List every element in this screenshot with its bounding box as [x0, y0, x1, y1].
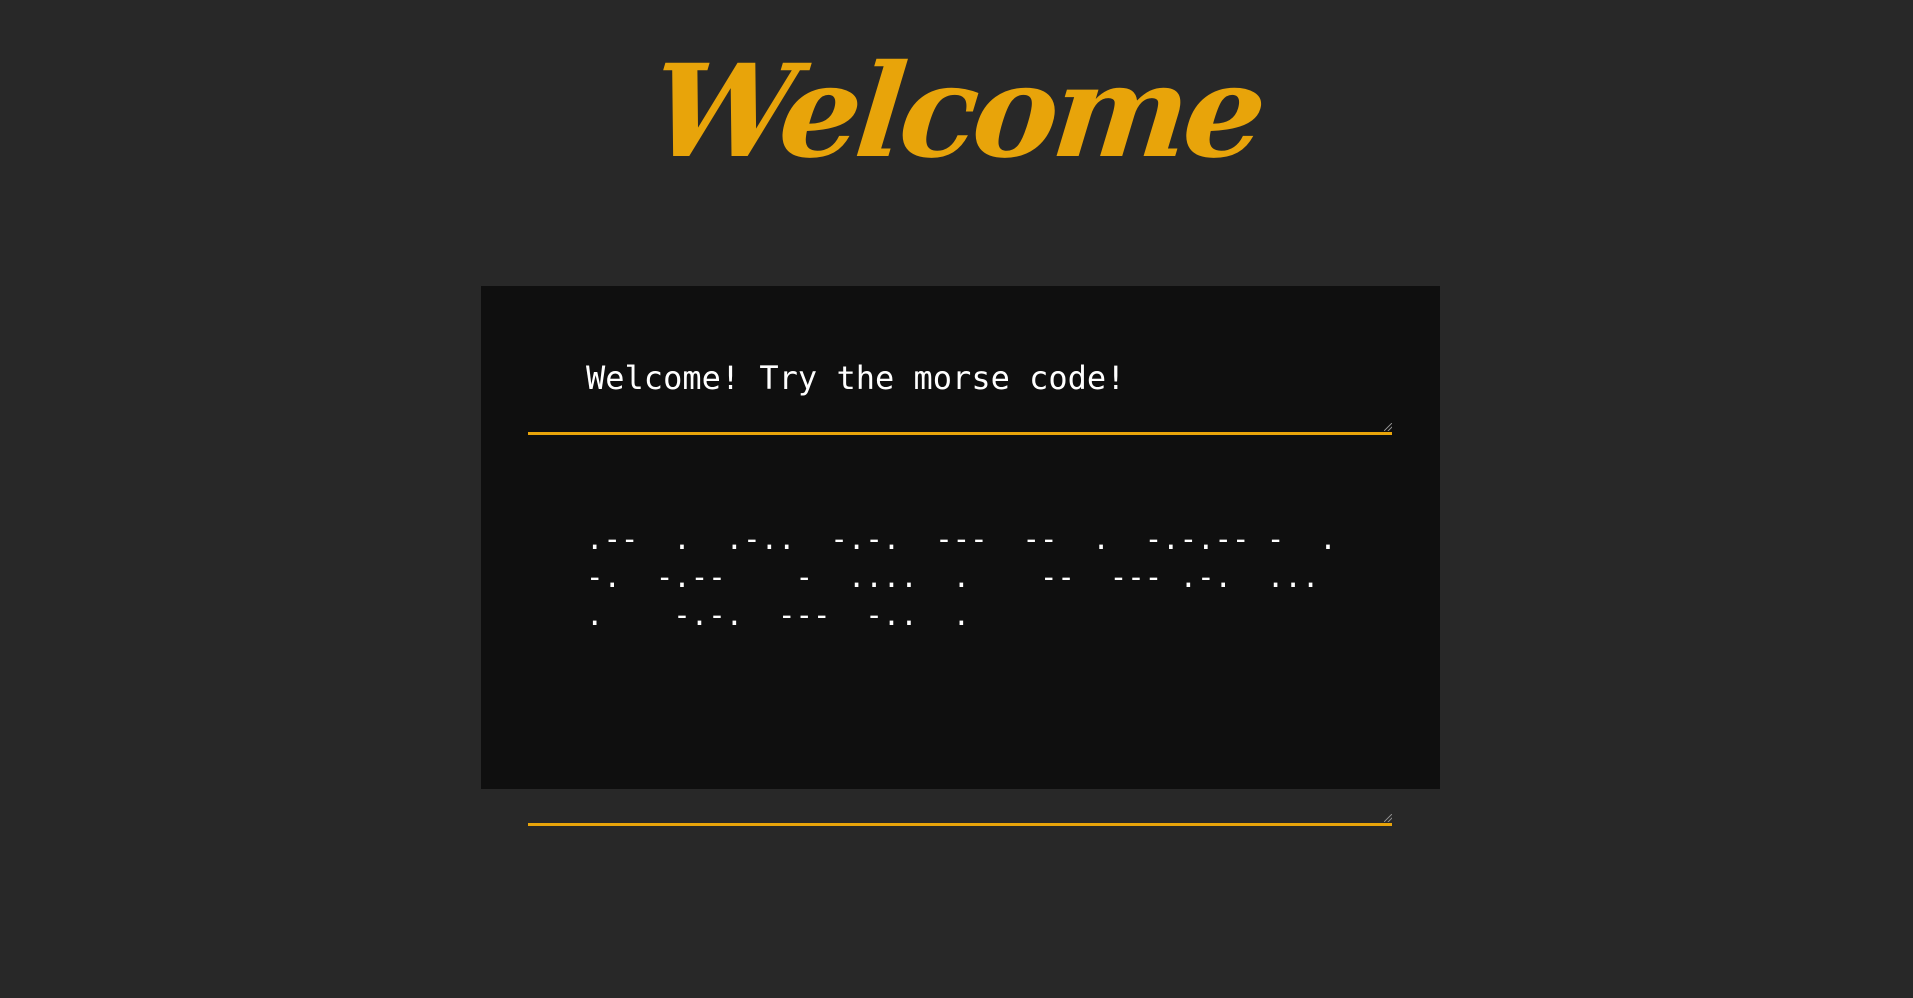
text-input-area[interactable]: Welcome! Try the morse code! — [528, 358, 1392, 435]
resize-handle-icon[interactable] — [1384, 814, 1392, 822]
page-title: Welcome — [644, 37, 1269, 187]
page: Welcome Welcome! Try the morse code! .--… — [0, 0, 1913, 998]
text-input-value: Welcome! Try the morse code! — [586, 359, 1126, 397]
translator-panel: Welcome! Try the morse code! .-- . .-.. … — [481, 286, 1440, 826]
morse-output-area[interactable]: .-- . .-.. -.-. --- -- . -.-.-- - .-. -.… — [528, 520, 1392, 826]
morse-output-value: .-- . .-.. -.-. --- -- . -.-.-- - .-. -.… — [586, 522, 1355, 632]
resize-handle-icon[interactable] — [1384, 423, 1392, 431]
